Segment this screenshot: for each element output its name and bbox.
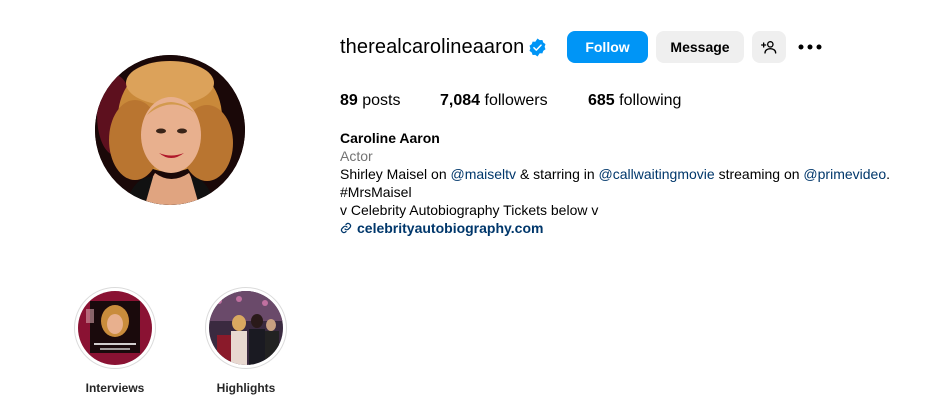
- mention-link[interactable]: @primevideo: [803, 166, 886, 182]
- highlight-ring: [74, 287, 156, 369]
- highlight-cover: [209, 291, 283, 365]
- message-button[interactable]: Message: [656, 31, 744, 63]
- profile-bio: Caroline Aaron Actor Shirley Maisel on @…: [340, 129, 890, 237]
- bio-text: & starring in: [516, 166, 599, 182]
- bio-line-3: v Celebrity Autobiography Tickets below …: [340, 202, 599, 218]
- suggest-accounts-button[interactable]: [752, 31, 786, 63]
- followers-label: followers: [484, 92, 548, 109]
- hashtag-link[interactable]: #MrsMaisel: [340, 183, 890, 201]
- followers-count: 7,084: [440, 92, 481, 109]
- link-icon: [340, 222, 352, 234]
- more-options-icon: [798, 44, 822, 50]
- highlight-highlights[interactable]: Highlights: [204, 287, 288, 395]
- bio-text: Shirley Maisel on: [340, 166, 451, 182]
- external-link-text: celebrityautobiography.com: [357, 220, 544, 236]
- bio-text: .: [886, 166, 890, 182]
- follow-button[interactable]: Follow: [567, 31, 648, 63]
- following-count: 685: [588, 92, 615, 109]
- external-link[interactable]: celebrityautobiography.com: [340, 219, 890, 237]
- posts-label: posts: [362, 92, 401, 109]
- mention-link[interactable]: @callwaitingmovie: [599, 166, 715, 182]
- following-label: following: [619, 92, 682, 109]
- bio-line-1: Shirley Maisel on @maiseltv & starring i…: [340, 165, 890, 183]
- profile-avatar[interactable]: [95, 55, 245, 205]
- highlight-label: Interviews: [85, 381, 145, 395]
- verified-badge-icon: [529, 38, 546, 57]
- add-person-icon: [761, 41, 777, 54]
- highlight-interviews[interactable]: Interviews: [73, 287, 157, 395]
- posts-count: 89: [340, 92, 358, 109]
- profile-username: therealcarolineaaron: [340, 36, 525, 58]
- more-options-button[interactable]: [798, 38, 822, 56]
- bio-text: streaming on: [714, 166, 804, 182]
- highlight-label: Highlights: [216, 381, 276, 395]
- following-stat[interactable]: 685 following: [588, 92, 681, 110]
- profile-photo: [95, 55, 245, 205]
- mention-link[interactable]: @maiseltv: [451, 166, 517, 182]
- highlight-cover: [78, 291, 152, 365]
- full-name: Caroline Aaron: [340, 130, 440, 146]
- followers-stat[interactable]: 7,084 followers: [440, 92, 548, 110]
- category-label: Actor: [340, 148, 373, 164]
- posts-stat: 89 posts: [340, 92, 401, 110]
- highlight-ring: [205, 287, 287, 369]
